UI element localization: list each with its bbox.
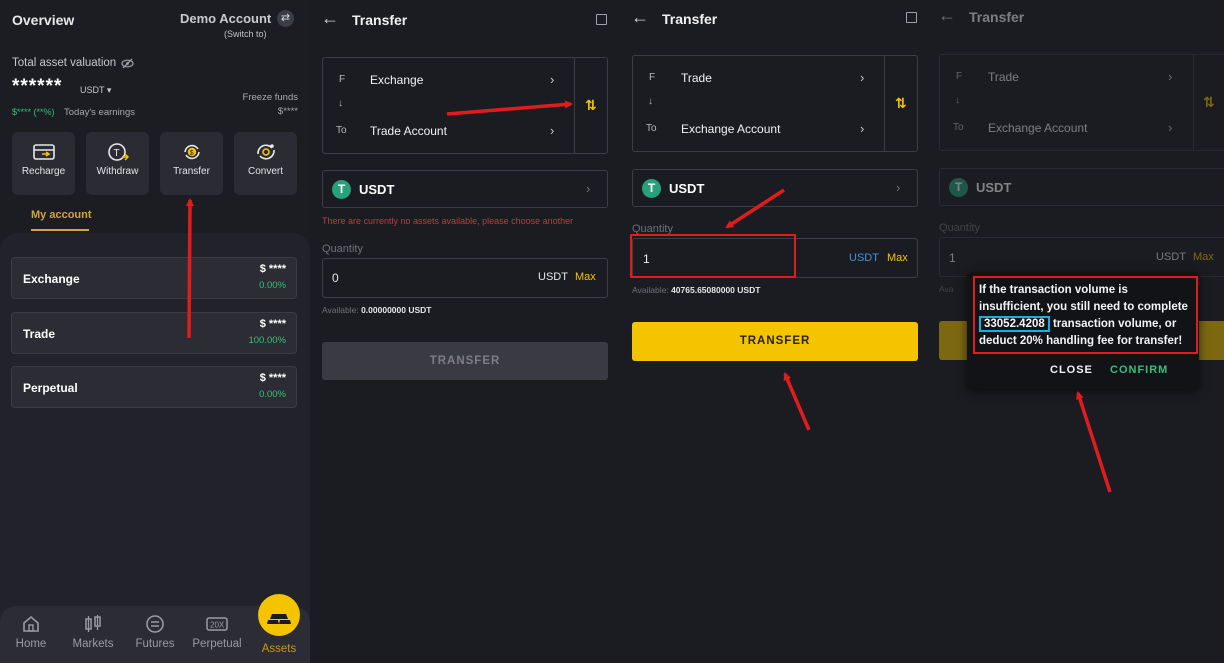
arrow-to-transfer [185,198,194,339]
arrow-to-transfer-button [783,372,811,431]
annotation-arrows [185,100,1112,493]
arrow-to-swap [446,100,573,116]
arrow-to-quantity [725,188,785,229]
arrow-to-close [1076,391,1112,493]
